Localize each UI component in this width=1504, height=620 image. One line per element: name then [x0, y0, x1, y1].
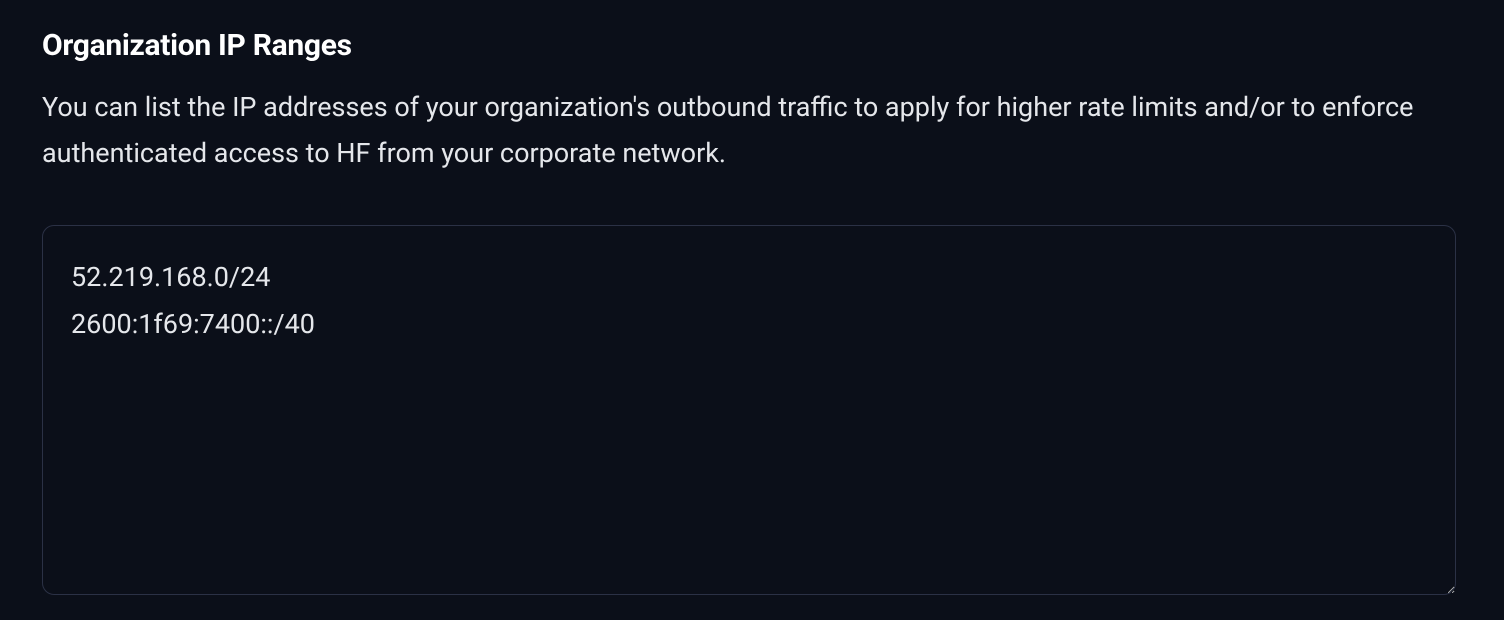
section-title: Organization IP Ranges: [42, 28, 1462, 63]
section-description: You can list the IP addresses of your or…: [42, 85, 1452, 177]
ip-ranges-textarea[interactable]: [42, 225, 1456, 595]
